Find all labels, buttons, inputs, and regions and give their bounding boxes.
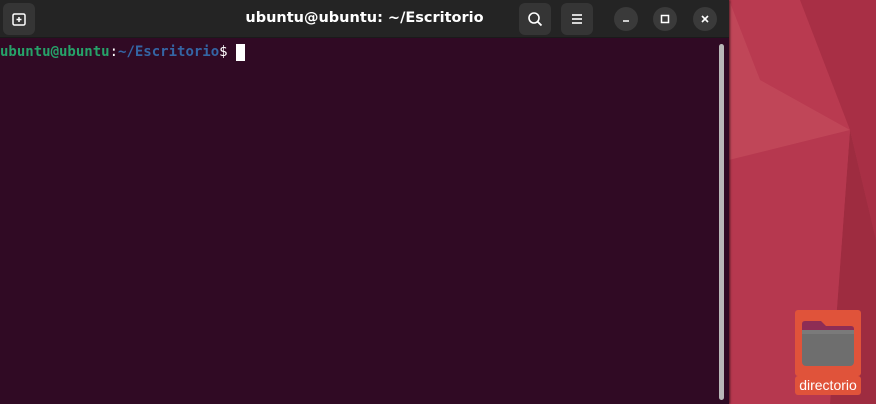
scrollbar[interactable] [719,44,724,400]
hamburger-menu-icon [572,14,582,24]
desktop-icon-directorio[interactable]: directorio [790,308,866,400]
desktop-icon-label: directorio [795,376,861,395]
prompt-sign: $ [219,44,228,60]
close-button[interactable] [693,7,717,31]
headerbar[interactable]: ubuntu@ubuntu: ~/Escritorio [0,0,729,38]
maximize-button[interactable] [653,7,677,31]
close-icon [701,15,709,23]
search-icon [528,12,543,27]
prompt-separator: : [109,44,119,60]
text-cursor [235,44,245,61]
search-button[interactable] [519,3,551,35]
folder-icon [802,321,854,366]
prompt-user: ubuntu@ubuntu [0,44,110,60]
menu-button[interactable] [561,3,593,35]
minimize-button[interactable] [614,7,638,31]
prompt-path: ~/Escritorio [118,44,220,60]
minimize-icon [623,20,629,22]
maximize-icon [660,14,670,24]
terminal-window[interactable]: ubuntu@ubuntu: ~/Escritorio ubuntu@ubunt… [0,0,729,404]
terminal-output[interactable]: ubuntu@ubuntu:~/Escritorio$ [0,38,716,404]
